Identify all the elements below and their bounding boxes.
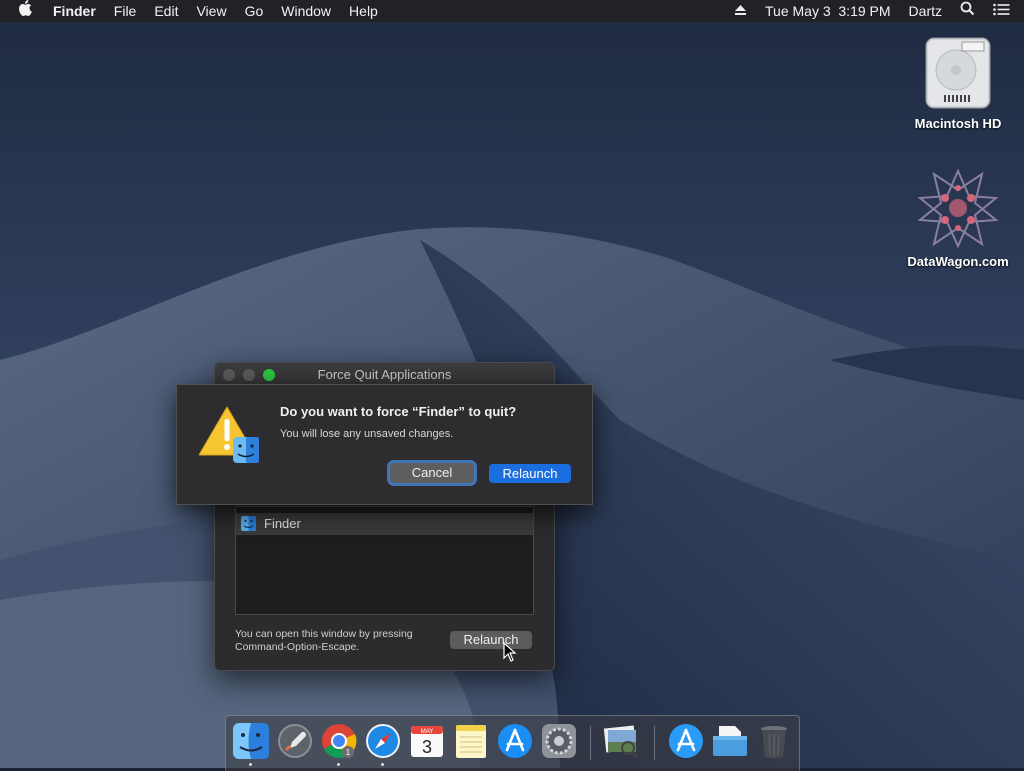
dock-separator [654, 726, 655, 760]
dock-calendar[interactable]: MAY 3 [408, 722, 446, 760]
menu-help[interactable]: Help [340, 0, 387, 22]
applications-folder-icon [669, 724, 703, 758]
chrome-badge: 1 [346, 748, 351, 757]
downloads-folder-icon [713, 726, 747, 756]
desktop-icon-macintosh-hd[interactable]: Macintosh HD [903, 32, 1013, 131]
menu-view[interactable]: View [187, 0, 235, 22]
shortcut-hint: You can open this window by pressing Com… [235, 628, 435, 654]
chrome-icon: 1 [322, 724, 357, 759]
dock-launchpad[interactable] [276, 722, 314, 760]
running-indicator [337, 763, 340, 766]
menu-clock[interactable]: Tue May 3 3:19 PM [756, 0, 900, 22]
finder-icon [233, 723, 269, 759]
trash-icon [761, 726, 787, 759]
dock-chrome[interactable]: 1 [320, 722, 358, 760]
calendar-month: MAY [421, 729, 434, 735]
dialog-title: Do you want to force “Finder” to quit? [280, 404, 517, 419]
menu-window[interactable]: Window [272, 0, 340, 22]
menu-go[interactable]: Go [236, 0, 273, 22]
warning-icon [199, 406, 259, 463]
apple-menu-icon[interactable] [0, 0, 44, 22]
hard-drive-icon [925, 37, 991, 109]
finder-icon [241, 516, 256, 531]
dialog-message: You will lose any unsaved changes. [280, 428, 454, 440]
dock-app-store[interactable] [496, 722, 534, 760]
datawagon-star-icon [917, 168, 999, 249]
eject-icon[interactable] [725, 0, 756, 22]
launchpad-icon [278, 724, 312, 758]
dock-notes[interactable] [452, 722, 490, 760]
dock-safari[interactable] [364, 722, 402, 760]
dock-applications-folder[interactable] [667, 722, 705, 760]
desktop-icon-datawagon[interactable]: DataWagon.com [903, 168, 1013, 269]
notification-center-icon[interactable] [984, 0, 1024, 22]
list-item-name: Finder [264, 516, 301, 531]
menu-bar: Finder File Edit View Go Window Help Tue… [0, 0, 1024, 22]
spotlight-search-icon[interactable] [951, 0, 984, 22]
calendar-icon: MAY 3 [411, 726, 443, 757]
running-indicator [249, 763, 252, 766]
running-indicator [381, 763, 384, 766]
dock: 1 MAY 3 [225, 715, 800, 771]
dock-preview[interactable] [602, 722, 640, 760]
desktop-icon-label: Macintosh HD [914, 116, 1002, 131]
application-list[interactable]: Finder [235, 506, 534, 615]
menu-user[interactable]: Dartz [900, 0, 951, 22]
relaunch-button[interactable]: Relaunch [450, 631, 532, 649]
list-item[interactable]: Finder [236, 513, 533, 535]
dock-trash[interactable] [755, 722, 793, 760]
dock-system-preferences[interactable] [540, 722, 578, 760]
dock-separator [590, 726, 591, 760]
dock-downloads-folder[interactable] [711, 722, 749, 760]
system-preferences-icon [542, 724, 576, 758]
force-quit-confirm-dialog: Do you want to force “Finder” to quit? Y… [176, 384, 593, 505]
shortcut-hint-line: You can open this window by pressing [235, 628, 413, 640]
menu-app-name[interactable]: Finder [44, 0, 105, 22]
shortcut-hint-line: Command-Option-Escape. [235, 641, 360, 653]
calendar-day: 3 [422, 737, 432, 757]
cancel-button[interactable]: Cancel [390, 463, 474, 483]
menu-edit[interactable]: Edit [145, 0, 187, 22]
preview-icon [603, 725, 639, 759]
app-store-icon [498, 724, 532, 758]
safari-icon [366, 724, 400, 758]
mouse-cursor-icon [503, 642, 517, 662]
menu-file[interactable]: File [105, 0, 146, 22]
desktop-icon-label: DataWagon.com [907, 254, 1009, 269]
relaunch-confirm-button[interactable]: Relaunch [489, 464, 571, 483]
notes-icon [456, 725, 486, 758]
dock-finder[interactable] [232, 722, 270, 760]
window-title: Force Quit Applications [317, 367, 452, 382]
